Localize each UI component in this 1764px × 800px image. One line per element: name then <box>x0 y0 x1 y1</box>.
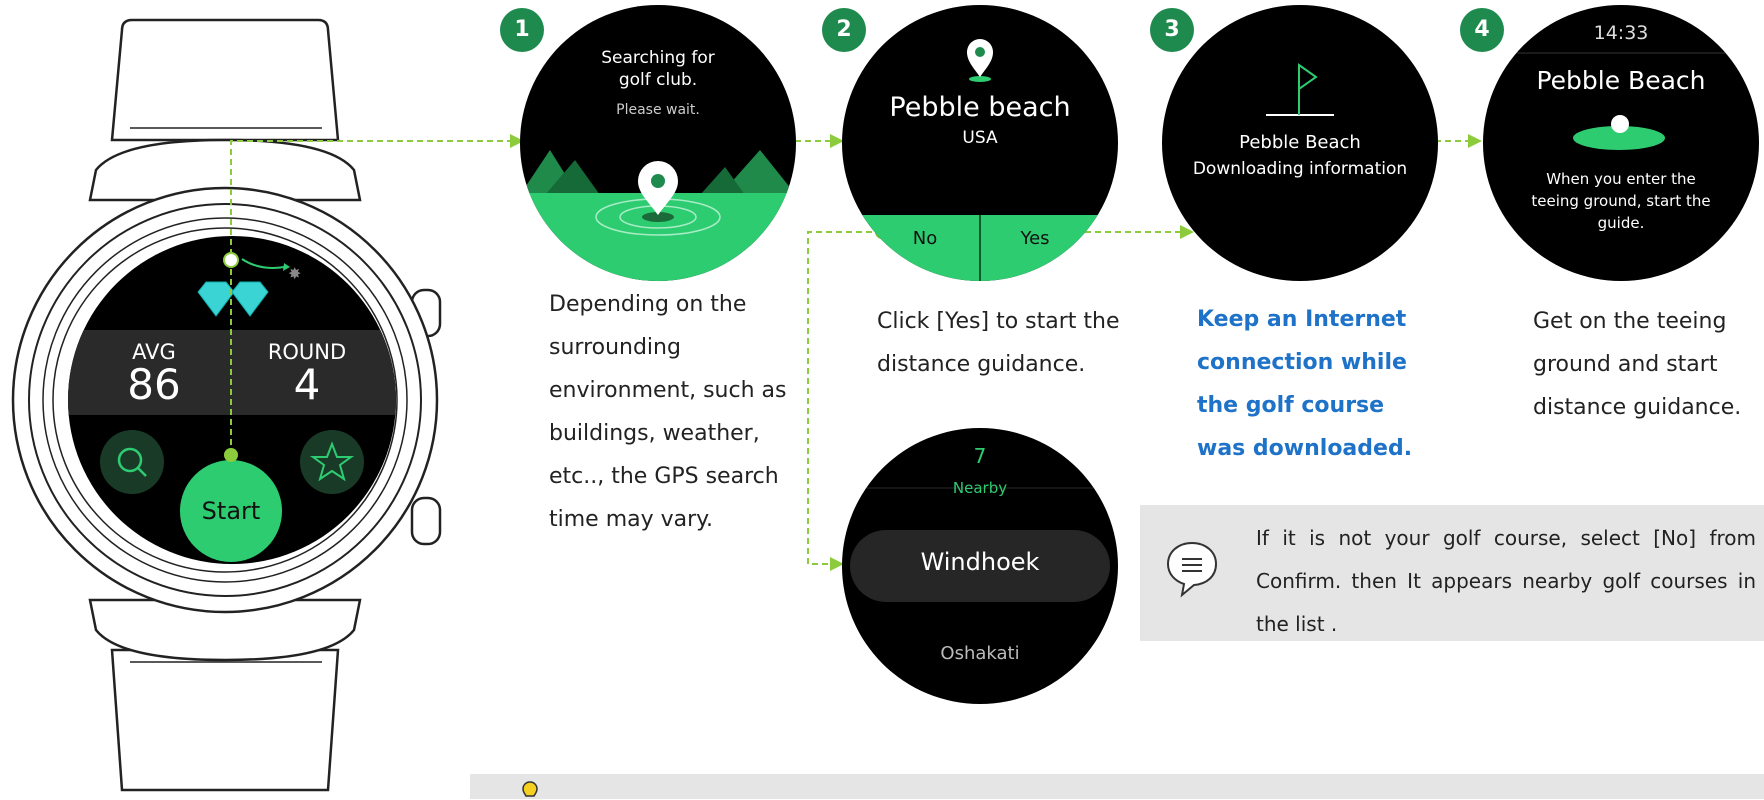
step-1-description: Depending on the surrounding environment… <box>549 283 789 541</box>
screen-4-text-1: When you enter the <box>1546 170 1696 188</box>
screen-4-title: Pebble Beach <box>1536 66 1706 95</box>
note-text: If it is not your golf course, select [N… <box>1256 526 1756 636</box>
no-button[interactable]: No <box>870 216 980 260</box>
step-1-line: Depending on the <box>549 292 747 317</box>
step-1-line: time may vary. <box>549 507 714 532</box>
screen-1-title-2: golf club. <box>618 70 698 90</box>
step-3-line: the golf course <box>1197 393 1385 418</box>
nearby-next-item[interactable]: Oshakati <box>862 643 1098 664</box>
screen-1-subtitle: Please wait. <box>616 102 700 118</box>
screen-2-subtitle: USA <box>962 128 998 148</box>
screen-4-text-2: teeing ground, start the <box>1531 192 1711 210</box>
screen-1-title-1: Searching for <box>601 48 715 68</box>
step-1-line: etc.., the GPS search <box>549 464 779 489</box>
nearby-selected-label: Windhoek <box>920 548 1040 576</box>
yes-button-label: Yes <box>1020 227 1050 249</box>
nearby-next-label: Oshakati <box>940 643 1020 664</box>
step-3-description: Keep an Internet connection while the go… <box>1197 298 1417 470</box>
screen-3-line-1: Pebble Beach <box>1239 132 1361 153</box>
step-4-line: distance guidance. <box>1533 395 1742 420</box>
note-box: If it is not your golf course, select [N… <box>1140 505 1764 641</box>
screen-4-teeing <box>1483 5 1759 281</box>
screen-4-text-3: guide. <box>1597 214 1645 232</box>
screen-2-title: Pebble beach <box>889 92 1071 123</box>
speech-bubble-icon <box>1166 541 1218 598</box>
nearby-label: Nearby <box>952 479 1008 497</box>
step-3-line: was downloaded. <box>1197 436 1413 461</box>
nearby-selected-item[interactable]: Windhoek <box>862 548 1098 576</box>
lightbulb-icon <box>522 781 538 797</box>
screen-1-searching <box>520 5 796 281</box>
step-1-line: surrounding <box>549 335 681 360</box>
step-1-line: buildings, weather, <box>549 421 760 446</box>
step-4-line: ground and start <box>1533 352 1718 377</box>
nearby-count: 7 <box>973 444 987 468</box>
tip-box <box>470 774 1764 799</box>
step-2-description: Click [Yes] to start the distance guidan… <box>877 300 1127 386</box>
screen-4-time: 14:33 <box>1593 22 1649 44</box>
step-2-line: distance guidance. <box>877 352 1086 377</box>
step-3-line: Keep an Internet <box>1197 307 1407 332</box>
step-4-line: Get on the teeing <box>1533 309 1727 334</box>
step-2-line: Click [Yes] to start the <box>877 309 1120 334</box>
step-1-line: environment, such as <box>549 378 787 403</box>
step-4-description: Get on the teeing ground and start dista… <box>1533 300 1761 429</box>
no-button-label: No <box>912 227 938 249</box>
step-3-line: connection while <box>1197 350 1407 375</box>
yes-button[interactable]: Yes <box>980 216 1090 260</box>
screen-3-line-2: Downloading information <box>1192 159 1408 179</box>
